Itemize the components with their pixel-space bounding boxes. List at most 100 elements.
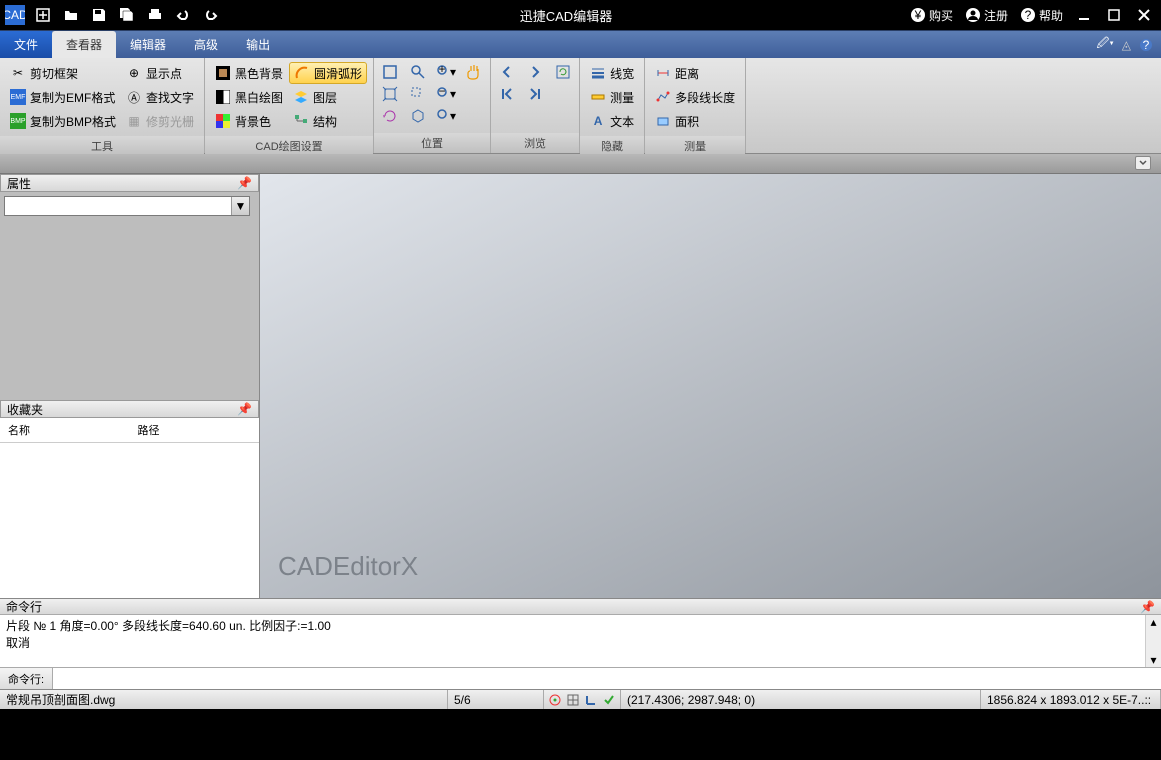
hide-measure-button[interactable]: 测量 bbox=[586, 86, 638, 108]
black-bg-button[interactable]: 黑色背景 bbox=[211, 62, 287, 84]
copy-bmp-button[interactable]: BMP复制为BMP格式 bbox=[6, 110, 120, 132]
next-icon[interactable] bbox=[525, 62, 545, 82]
rotate-icon[interactable] bbox=[380, 106, 400, 126]
structure-button[interactable]: 结构 bbox=[289, 110, 367, 132]
command-input[interactable] bbox=[53, 668, 1161, 689]
properties-combo[interactable]: ▼ bbox=[4, 196, 250, 216]
style-icon[interactable]: 🖉▾ bbox=[1097, 34, 1114, 55]
ortho-icon[interactable] bbox=[584, 693, 598, 707]
layers-icon bbox=[293, 89, 309, 105]
sidebar: 属性 📌 ▼ 收藏夹 📌 名称 路径 bbox=[0, 174, 260, 598]
svg-text:CAD: CAD bbox=[5, 8, 25, 22]
help-link[interactable]: ?帮助 bbox=[1020, 7, 1063, 24]
close-icon[interactable] bbox=[1135, 6, 1153, 24]
refresh-icon[interactable] bbox=[553, 62, 573, 82]
saveall-icon[interactable] bbox=[116, 4, 138, 26]
svg-text:−: − bbox=[439, 86, 446, 98]
group-tools-label: 工具 bbox=[0, 136, 204, 156]
app-title: 迅捷CAD编辑器 bbox=[222, 6, 910, 25]
copy-emf-button[interactable]: EMF复制为EMF格式 bbox=[6, 86, 120, 108]
check-icon[interactable] bbox=[602, 693, 616, 707]
chevron-down-icon[interactable]: ▼ bbox=[231, 197, 249, 215]
tab-editor[interactable]: 编辑器 bbox=[116, 31, 180, 58]
fix-raster-button: ▦修剪光栅 bbox=[122, 110, 198, 132]
zoom-scale-icon[interactable]: ▾ bbox=[436, 106, 456, 126]
target-icon: ⊕ bbox=[126, 65, 142, 81]
pan-icon[interactable] bbox=[464, 62, 484, 82]
fav-col-name[interactable]: 名称 bbox=[0, 418, 130, 442]
fav-col-path[interactable]: 路径 bbox=[130, 418, 260, 442]
tab-file[interactable]: 文件 bbox=[0, 31, 52, 58]
command-input-label: 命令行: bbox=[0, 668, 53, 689]
ribbon: ✂剪切框架 EMF复制为EMF格式 BMP复制为BMP格式 ⊕显示点 Ⓐ查找文字… bbox=[0, 58, 1161, 154]
zoom-in-icon[interactable]: +▾ bbox=[436, 62, 456, 82]
snap-icon[interactable] bbox=[548, 693, 562, 707]
redo-icon[interactable] bbox=[200, 4, 222, 26]
distance-icon bbox=[655, 65, 671, 81]
distance-button[interactable]: 距离 bbox=[651, 62, 739, 84]
find-text-button[interactable]: Ⓐ查找文字 bbox=[122, 86, 198, 108]
status-page: 5/6 bbox=[448, 690, 544, 709]
group-measure-label: 测量 bbox=[645, 136, 745, 156]
status-coords: (217.4306; 2987.948; 0) bbox=[621, 690, 981, 709]
smooth-arc-button[interactable]: 圆滑弧形 bbox=[289, 62, 367, 84]
ruler-icon bbox=[590, 89, 606, 105]
statusbar: 常规吊顶剖面图.dwg 5/6 (217.4306; 2987.948; 0) … bbox=[0, 689, 1161, 709]
last-icon[interactable] bbox=[525, 84, 545, 104]
new-icon[interactable] bbox=[32, 4, 54, 26]
polyline-icon bbox=[655, 89, 671, 105]
scissors-icon: ✂ bbox=[10, 65, 26, 81]
layers-button[interactable]: 图层 bbox=[289, 86, 367, 108]
arc-icon bbox=[294, 65, 310, 81]
first-icon[interactable] bbox=[497, 84, 517, 104]
status-filename: 常规吊顶剖面图.dwg bbox=[0, 690, 448, 709]
show-points-button[interactable]: ⊕显示点 bbox=[122, 62, 198, 84]
canvas[interactable]: CADEditorX bbox=[260, 174, 1161, 598]
expand-icon[interactable] bbox=[1135, 156, 1151, 170]
view3d-icon[interactable] bbox=[408, 106, 428, 126]
text-icon: A bbox=[590, 113, 606, 129]
save-icon[interactable] bbox=[88, 4, 110, 26]
color-icon bbox=[215, 113, 231, 129]
linewidth-button[interactable]: 线宽 bbox=[586, 62, 638, 84]
pin-icon[interactable]: 📌 bbox=[1140, 600, 1155, 614]
blackbg-icon bbox=[215, 65, 231, 81]
hide-text-button[interactable]: A文本 bbox=[586, 110, 638, 132]
minimize-icon[interactable] bbox=[1075, 6, 1093, 24]
open-icon[interactable] bbox=[60, 4, 82, 26]
prev-icon[interactable] bbox=[497, 62, 517, 82]
pin-icon[interactable]: 📌 bbox=[237, 176, 252, 190]
grid-toggle-icon[interactable] bbox=[566, 693, 580, 707]
tab-viewer[interactable]: 查看器 bbox=[52, 31, 116, 58]
scrollbar[interactable]: ▴▾ bbox=[1145, 615, 1161, 667]
buy-link[interactable]: ¥购买 bbox=[910, 7, 953, 24]
properties-panel-header[interactable]: 属性 📌 bbox=[0, 174, 259, 192]
tab-output[interactable]: 输出 bbox=[232, 31, 284, 58]
svg-text:?: ? bbox=[1025, 8, 1032, 22]
undo-icon[interactable] bbox=[172, 4, 194, 26]
extents-icon[interactable] bbox=[380, 84, 400, 104]
tree-icon bbox=[293, 113, 309, 129]
group-hide-label: 隐藏 bbox=[580, 136, 644, 156]
fit-icon[interactable] bbox=[380, 62, 400, 82]
print-icon[interactable] bbox=[144, 4, 166, 26]
ribbon-tabs: 文件 查看器 编辑器 高级 输出 🖉▾ ◬ ? bbox=[0, 30, 1161, 58]
help-tab-icon[interactable]: ? bbox=[1139, 38, 1153, 52]
zoom-window-icon[interactable] bbox=[408, 62, 428, 82]
emf-icon: EMF bbox=[10, 89, 26, 105]
pin-icon[interactable]: 📌 bbox=[237, 402, 252, 416]
polyline-length-button[interactable]: 多段线长度 bbox=[651, 86, 739, 108]
app-icon[interactable]: CAD bbox=[4, 4, 26, 26]
zoom-selection-icon[interactable] bbox=[408, 84, 428, 104]
clip-frame-button[interactable]: ✂剪切框架 bbox=[6, 62, 120, 84]
maximize-icon[interactable] bbox=[1105, 6, 1123, 24]
tab-advanced[interactable]: 高级 bbox=[180, 31, 232, 58]
bg-color-button[interactable]: 背景色 bbox=[211, 110, 287, 132]
find-icon: Ⓐ bbox=[126, 89, 142, 105]
pin-tab-icon[interactable]: ◬ bbox=[1122, 38, 1131, 52]
bw-draw-button[interactable]: 黑白绘图 bbox=[211, 86, 287, 108]
area-button[interactable]: 面积 bbox=[651, 110, 739, 132]
zoom-out-icon[interactable]: −▾ bbox=[436, 84, 456, 104]
favorites-panel-header[interactable]: 收藏夹 📌 bbox=[0, 400, 259, 418]
register-link[interactable]: 注册 bbox=[965, 7, 1008, 24]
